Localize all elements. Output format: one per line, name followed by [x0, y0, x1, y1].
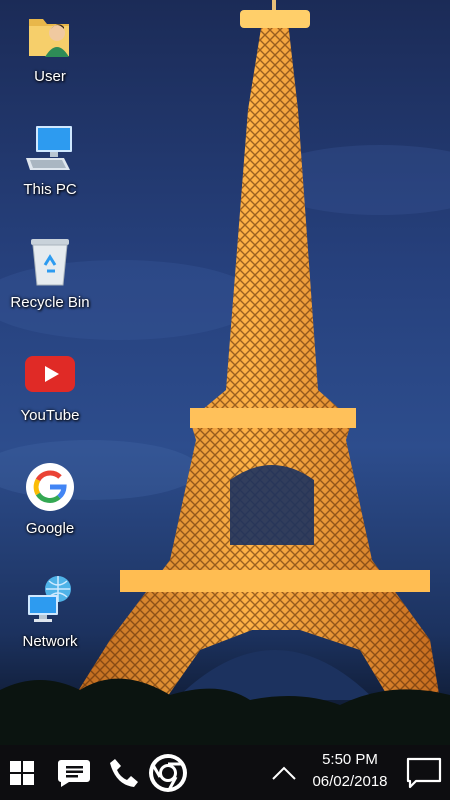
chevron-up-icon: [272, 766, 296, 780]
desktop-icon-youtube[interactable]: YouTube: [0, 339, 100, 447]
desktop-icon-label: User: [34, 68, 66, 85]
taskbar-clock[interactable]: 5:50 PM 06/02/2018: [300, 749, 400, 797]
taskbar-app-phone[interactable]: [104, 745, 144, 800]
action-center-icon: [406, 757, 442, 788]
desktop-icon-label: Network: [22, 633, 78, 650]
google-icon: [23, 460, 77, 514]
computer-icon: [23, 121, 77, 175]
desktop-icon-label: YouTube: [20, 407, 80, 424]
desktop-icon-user[interactable]: User: [0, 0, 100, 108]
user-folder-icon: [23, 8, 77, 62]
desktop-icon-label: Recycle Bin: [10, 294, 90, 311]
desktop-icon-label: Google: [25, 520, 75, 537]
desktop-icons: User This PC Recycle Bin YouTube Google …: [0, 0, 100, 745]
phone-icon: [110, 758, 138, 787]
windows-start-icon: [10, 760, 34, 785]
action-center-button[interactable]: [402, 745, 446, 800]
clock-time: 5:50 PM: [322, 751, 378, 768]
chrome-icon: [149, 753, 187, 792]
youtube-icon: [23, 347, 77, 401]
clock-date: 06/02/2018: [312, 773, 388, 790]
desktop-icon-label: This PC: [23, 181, 77, 198]
taskbar-app-messages[interactable]: [52, 745, 96, 800]
taskbar: 5:50 PM 06/02/2018: [0, 745, 450, 800]
start-button[interactable]: [0, 745, 44, 800]
desktop-icon-network[interactable]: Network: [0, 565, 100, 673]
desktop-icon-this-pc[interactable]: This PC: [0, 113, 100, 221]
taskbar-app-chrome[interactable]: [146, 745, 190, 800]
recycle-bin-icon: [23, 234, 77, 288]
desktop-icon-recycle-bin[interactable]: Recycle Bin: [0, 226, 100, 334]
network-icon: [23, 573, 77, 627]
show-hidden-icons-button[interactable]: [266, 745, 302, 800]
desktop-icon-google[interactable]: Google: [0, 452, 100, 560]
messages-icon: [58, 759, 90, 787]
